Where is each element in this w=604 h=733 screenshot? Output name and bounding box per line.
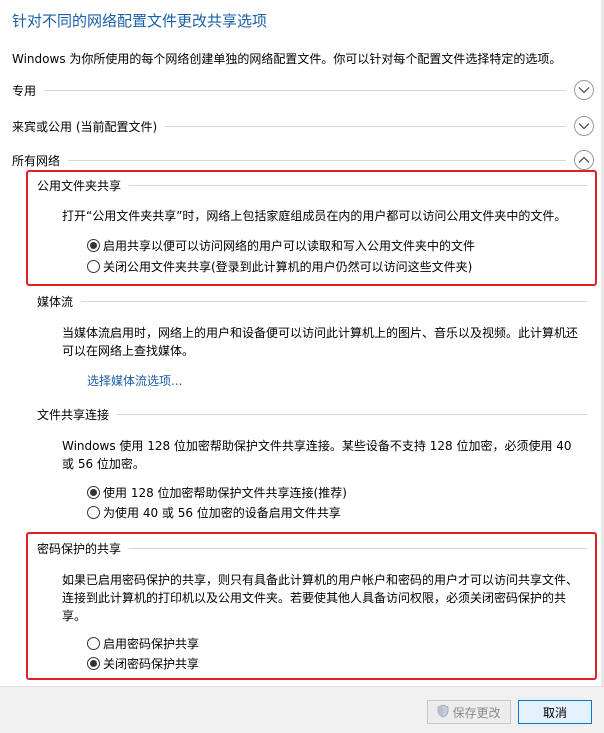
password-option-disable[interactable]: 关闭密码保护共享 — [87, 654, 199, 672]
password-description: 如果已启用密码保护的共享，则只有具备此计算机的用户帐户和密码的用户才可以访问共享… — [62, 573, 579, 623]
divider — [44, 89, 566, 91]
public-folder-option-enable[interactable]: 启用共享以便可以访问网络的用户可以读取和写入公用文件夹中的文件 — [87, 236, 475, 254]
radio-button[interactable] — [87, 656, 100, 670]
file-sharing-description: Windows 使用 128 位加密帮助保护文件共享连接。某些设备不支持 128… — [62, 439, 572, 471]
profile-guest-public-header[interactable]: 来宾或公用 (当前配置文件) — [12, 114, 594, 138]
file-sharing-heading-label: 文件共享连接 — [37, 407, 110, 422]
profile-guest-public-label: 来宾或公用 (当前配置文件) — [12, 119, 158, 134]
footer-bar: 保存更改 取消 — [0, 686, 604, 733]
profile-all-networks-header[interactable]: 所有网络 — [12, 148, 594, 172]
radio-label: 关闭公用文件夹共享(登录到此计算机的用户仍然可以访问这些文件夹) — [103, 259, 473, 274]
divider — [129, 547, 587, 549]
radio-button[interactable] — [87, 636, 100, 650]
divider — [117, 413, 587, 415]
divider — [68, 159, 566, 161]
radio-label: 使用 128 位加密帮助保护文件共享连接(推荐) — [103, 485, 347, 500]
file-sharing-option-128bit[interactable]: 使用 128 位加密帮助保护文件共享连接(推荐) — [87, 483, 347, 501]
password-heading: 密码保护的共享 — [37, 539, 587, 557]
page-title: 针对不同的网络配置文件更改共享选项 — [12, 12, 268, 30]
public-folder-description: 打开“公用文件夹共享”时，网络上包括家庭组成员在内的用户都可以访问公用文件夹中的… — [62, 209, 567, 223]
radio-label: 启用共享以便可以访问网络的用户可以读取和写入公用文件夹中的文件 — [103, 238, 476, 253]
radio-button[interactable] — [87, 238, 100, 252]
radio-label: 为使用 40 或 56 位加密的设备启用文件共享 — [103, 505, 341, 520]
file-sharing-option-40-56bit[interactable]: 为使用 40 或 56 位加密的设备启用文件共享 — [87, 503, 341, 521]
public-folder-heading-label: 公用文件夹共享 — [37, 178, 122, 193]
cancel-button[interactable]: 取消 — [518, 700, 592, 724]
divider — [165, 125, 566, 127]
media-options-link[interactable]: 选择媒体流选项... — [87, 372, 182, 389]
divider — [81, 300, 587, 302]
radio-button[interactable] — [87, 505, 100, 519]
divider — [129, 184, 587, 186]
radio-button[interactable] — [87, 259, 100, 273]
chevron-down-icon[interactable] — [574, 116, 594, 136]
radio-label: 关闭密码保护共享 — [103, 656, 200, 671]
cancel-label: 取消 — [542, 705, 567, 720]
profile-all-networks-label: 所有网络 — [12, 153, 61, 168]
public-folder-heading: 公用文件夹共享 — [37, 176, 587, 194]
chevron-down-icon[interactable] — [574, 80, 594, 100]
page-subtitle: Windows 为你所使用的每个网络创建单独的网络配置文件。你可以针对每个配置文… — [12, 52, 562, 66]
public-folder-option-disable[interactable]: 关闭公用文件夹共享(登录到此计算机的用户仍然可以访问这些文件夹) — [87, 257, 472, 275]
chevron-up-icon[interactable] — [574, 150, 594, 170]
media-heading: 媒体流 — [37, 292, 587, 310]
password-option-enable[interactable]: 启用密码保护共享 — [87, 634, 199, 652]
save-changes-button[interactable]: 保存更改 — [427, 700, 511, 724]
shield-icon — [437, 704, 449, 721]
profile-private-label: 专用 — [12, 83, 37, 98]
radio-button[interactable] — [87, 485, 100, 499]
media-description: 当媒体流启用时，网络上的用户和设备便可以访问此计算机上的图片、音乐以及视频。此计… — [62, 326, 579, 358]
profile-private-header[interactable]: 专用 — [12, 78, 594, 102]
file-sharing-heading: 文件共享连接 — [37, 405, 587, 423]
radio-label: 启用密码保护共享 — [103, 636, 200, 651]
password-heading-label: 密码保护的共享 — [37, 541, 122, 556]
media-heading-label: 媒体流 — [37, 294, 74, 309]
save-changes-label: 保存更改 — [452, 705, 501, 720]
